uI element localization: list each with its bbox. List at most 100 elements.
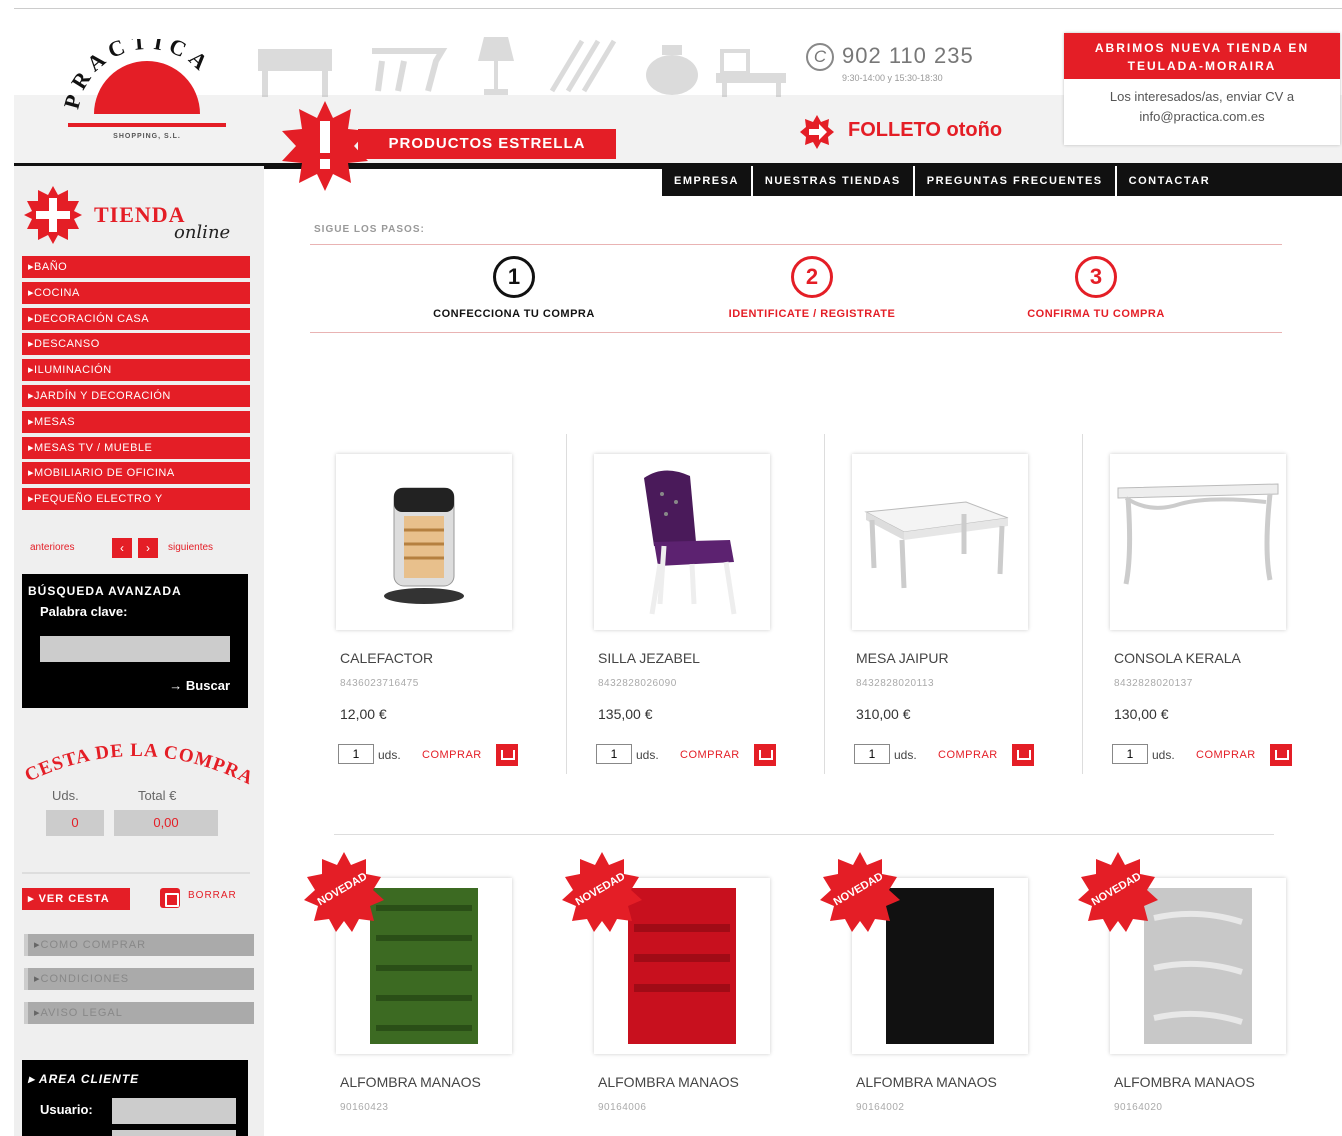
step-3-number: 3 (1075, 256, 1117, 298)
product-name[interactable]: ALFOMBRA MANAOS (340, 1074, 540, 1090)
product-name[interactable]: ALFOMBRA MANAOS (1114, 1074, 1314, 1090)
quantity-input[interactable] (338, 744, 374, 764)
product-image[interactable] (594, 454, 770, 630)
cart-uds-label: Uds. (52, 788, 79, 803)
password-input[interactable] (112, 1130, 236, 1136)
nav-nuestras-tiendas[interactable]: NUESTRAS TIENDAS (753, 166, 915, 196)
product-ref: 90160423 (340, 1102, 389, 1113)
add-to-cart-icon[interactable] (1270, 744, 1292, 766)
category-jardin-decoracion[interactable]: JARDÍN Y DECORACIÓN (22, 384, 250, 407)
table-image (864, 501, 1009, 589)
category-mobiliario-oficina[interactable]: MOBILIARIO DE OFICINA (22, 462, 250, 485)
column-divider (566, 434, 567, 774)
pager-next-button[interactable]: › (138, 538, 158, 558)
borrar-link[interactable]: BORRAR (188, 890, 237, 901)
category-mesas[interactable]: MESAS (22, 410, 250, 433)
product-name[interactable]: MESA JAIPUR (856, 650, 1056, 666)
product-price: 135,00 € (598, 706, 653, 722)
category-cocina[interactable]: COCINA (22, 281, 250, 304)
pager-next-label[interactable]: siguientes (168, 542, 213, 553)
steps-divider-bottom (310, 332, 1282, 333)
product-ref: 90164002 (856, 1102, 905, 1113)
shopping-cart: CESTA DE LA COMPRA Uds. Total € 0 0,00 (20, 736, 252, 856)
trash-icon[interactable] (160, 888, 180, 908)
quantity-input[interactable] (1112, 744, 1148, 764)
category-pager: anteriores ‹ › siguientes (22, 538, 250, 562)
heater-image (384, 487, 464, 604)
product-name[interactable]: ALFOMBRA MANAOS (856, 1074, 1056, 1090)
ver-cesta-button[interactable]: ▸ VER CESTA (22, 888, 130, 910)
product-price: 12,00 € (340, 706, 387, 722)
tienda-online-heading: TIENDA online (24, 186, 254, 246)
info-como-comprar[interactable]: COMO COMPRAR (24, 934, 254, 956)
phone-number: 902 110 235 (842, 43, 974, 68)
product-card: NOVEDAD ALFOMBRA MANAOS 90164002 (820, 852, 1060, 1136)
tienda-online-script: online (174, 222, 231, 243)
comprar-link[interactable]: COMPRAR (680, 749, 740, 761)
phone-hours: 9:30-14:00 y 15:30-18:30 (842, 73, 943, 83)
category-menu: BAÑO COCINA DECORACIÓN CASA DESCANSO ILU… (22, 256, 250, 514)
product-name[interactable]: SILLA JEZABEL (598, 650, 798, 666)
add-to-cart-icon[interactable] (754, 744, 776, 766)
add-to-cart-icon[interactable] (1012, 744, 1034, 766)
username-input[interactable] (112, 1098, 236, 1124)
keyword-input[interactable] (40, 636, 230, 662)
comprar-link[interactable]: COMPRAR (422, 749, 482, 761)
search-button-label: Buscar (185, 678, 230, 693)
quantity-input[interactable] (854, 744, 890, 764)
phone-icon: C (806, 43, 834, 71)
category-mesas-tv-mueble[interactable]: MESAS TV / MUEBLE (22, 436, 250, 459)
arrow-burst-icon (800, 115, 834, 149)
units-label: uds. (894, 748, 917, 762)
units-label: uds. (636, 748, 659, 762)
product-name[interactable]: ALFOMBRA MANAOS (598, 1074, 798, 1090)
product-card: NOVEDAD ALFOMBRA MANAOS 90164020 (1078, 852, 1318, 1136)
product-ref: 90164006 (598, 1102, 647, 1113)
product-image[interactable] (1110, 454, 1286, 630)
product-name[interactable]: CALEFACTOR (340, 650, 540, 666)
sidebar: TIENDA online BAÑO COCINA DECORACIÓN CAS… (14, 166, 264, 1136)
product-silhouettes-icon (258, 37, 786, 97)
tienda-word: TIENDA (94, 202, 186, 227)
keyword-label: Palabra clave: (40, 604, 128, 619)
comprar-link[interactable]: COMPRAR (938, 749, 998, 761)
product-grid: CALEFACTOR 8436023716475 12,00 € uds. CO… (304, 434, 1314, 1136)
product-ref: 8432828020113 (856, 678, 935, 689)
product-name[interactable]: CONSOLA KERALA (1114, 650, 1314, 666)
quantity-input[interactable] (596, 744, 632, 764)
search-button[interactable]: → Buscar (169, 678, 230, 693)
pager-prev-button[interactable]: ‹ (112, 538, 132, 558)
new-store-notice: ABRIMOS NUEVA TIENDA EN TEULADA-MORAIRA … (1064, 33, 1340, 145)
step-2-label: IDENTIFICATE / REGISTRATE (728, 308, 896, 320)
info-aviso-legal[interactable]: AVISO LEGAL (24, 1002, 254, 1024)
productos-estrella-label: PRODUCTOS ESTRELLA (358, 129, 616, 159)
product-ref: 90164020 (1114, 1102, 1163, 1113)
info-condiciones[interactable]: CONDICIONES (24, 968, 254, 990)
page: PRACTICA SHOPPING, S.L. C 902 110 235 9:… (0, 0, 1342, 1136)
folleto-link[interactable]: FOLLETO otoño (800, 113, 1040, 153)
category-decoracion-casa[interactable]: DECORACIÓN CASA (22, 307, 250, 330)
nav-empresa[interactable]: EMPRESA (662, 166, 753, 196)
logo-subtitle: SHOPPING, S.L. (113, 133, 181, 140)
pager-prev-label[interactable]: anteriores (30, 542, 74, 553)
product-image[interactable] (336, 454, 512, 630)
step-2: 2 IDENTIFICATE / REGISTRATE (682, 256, 942, 320)
category-iluminacion[interactable]: ILUMINACIÓN (22, 359, 250, 382)
product-ref: 8432828026090 (598, 678, 677, 689)
product-card: CALEFACTOR 8436023716475 12,00 € uds. CO… (314, 434, 544, 774)
practica-logo[interactable]: PRACTICA SHOPPING, S.L. (62, 39, 232, 149)
console-table-image (1117, 483, 1279, 585)
comprar-link[interactable]: COMPRAR (1196, 749, 1256, 761)
nav-contactar[interactable]: CONTACTAR (1117, 166, 1223, 196)
nav-preguntas-frecuentes[interactable]: PREGUNTAS FRECUENTES (915, 166, 1117, 196)
header: PRACTICA SHOPPING, S.L. C 902 110 235 9:… (14, 8, 1342, 191)
productos-estrella-banner[interactable]: PRODUCTOS ESTRELLA (280, 101, 630, 191)
product-image[interactable] (852, 454, 1028, 630)
category-descanso[interactable]: DESCANSO (22, 333, 250, 356)
category-pequeno-electro[interactable]: PEQUEÑO ELECTRO Y (22, 488, 250, 511)
cart-actions: ▸ VER CESTA BORRAR (22, 872, 250, 910)
logo-text: PRACTICA (62, 39, 211, 111)
add-to-cart-icon[interactable] (496, 744, 518, 766)
category-bano[interactable]: BAÑO (22, 256, 250, 278)
product-card: MESA JAIPUR 8432828020113 310,00 € uds. … (830, 434, 1060, 774)
